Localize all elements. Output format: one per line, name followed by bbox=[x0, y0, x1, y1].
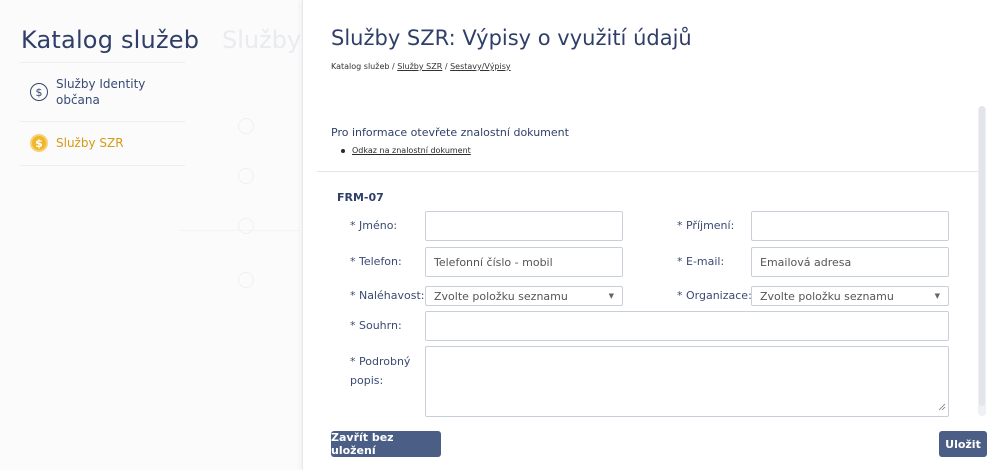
background-icon bbox=[238, 118, 254, 134]
divider bbox=[317, 171, 979, 172]
first-name-field[interactable] bbox=[425, 211, 623, 241]
resize-handle-icon[interactable] bbox=[938, 403, 946, 411]
save-button[interactable]: Uložit bbox=[939, 431, 987, 457]
catalog-sidebar: Katalog služeb $ Služby Identity občana … bbox=[0, 0, 302, 470]
catalog-title: Katalog služeb bbox=[21, 26, 200, 54]
organization-selected-value: Zvolte položku seznamu bbox=[760, 289, 894, 303]
organization-select[interactable]: Zvolte položku seznamu ▼ bbox=[751, 286, 949, 306]
last-name-field[interactable] bbox=[751, 211, 949, 241]
breadcrumb-link-szr[interactable]: Služby SZR bbox=[397, 62, 442, 71]
vertical-scrollbar[interactable] bbox=[978, 106, 986, 416]
info-text: Pro informace otevřete znalostní dokumen… bbox=[331, 126, 569, 139]
dollar-circle-icon: $ bbox=[30, 134, 48, 152]
request-form-dialog: Služby SZR: Výpisy o využití údajů Katal… bbox=[302, 0, 993, 470]
chevron-down-icon: ▼ bbox=[608, 292, 614, 300]
urgency-select[interactable]: Zvolte položku seznamu ▼ bbox=[425, 286, 623, 306]
background-title: Služby bbox=[222, 26, 302, 54]
breadcrumb-link-reports[interactable]: Sestavy/Výpisy bbox=[450, 62, 511, 71]
sidebar-item-szr[interactable]: $ Služby SZR bbox=[20, 121, 185, 166]
breadcrumb: Katalog služeb / Služby SZR / Sestavy/Vý… bbox=[331, 62, 511, 71]
sidebar-item-label: Služby SZR bbox=[56, 136, 124, 150]
breadcrumb-root: Katalog služeb bbox=[331, 62, 390, 71]
first-name-label: * Jméno: bbox=[350, 219, 398, 232]
sidebar-item-label: Služby Identity občana bbox=[56, 77, 146, 107]
email-field[interactable] bbox=[751, 247, 949, 277]
phone-label: * Telefon: bbox=[350, 255, 402, 268]
breadcrumb-separator: / bbox=[442, 62, 451, 71]
background-icon bbox=[238, 272, 254, 288]
sidebar-item-identity[interactable]: $ Služby Identity občana bbox=[20, 62, 185, 122]
email-label: * E-mail: bbox=[677, 255, 725, 268]
description-textarea[interactable] bbox=[425, 346, 949, 417]
description-label: * Podrobný popis: bbox=[350, 355, 411, 387]
knowledge-doc-link[interactable]: Odkaz na znalostní dokument bbox=[352, 146, 471, 155]
phone-field[interactable] bbox=[425, 247, 623, 277]
page-title: Služby SZR: Výpisy o využití údajů bbox=[331, 26, 692, 50]
divider bbox=[180, 230, 300, 231]
organization-label: * Organizace: bbox=[677, 289, 752, 302]
summary-label: * Souhrn: bbox=[350, 319, 402, 332]
bullet-icon bbox=[341, 148, 345, 153]
background-icon bbox=[238, 168, 254, 184]
dollar-circle-icon: $ bbox=[30, 83, 48, 101]
scrollbar-thumb[interactable] bbox=[979, 106, 985, 406]
summary-field[interactable] bbox=[425, 311, 949, 341]
knowledge-doc-item: Odkaz na znalostní dokument bbox=[341, 146, 471, 155]
urgency-label: * Naléhavost: bbox=[350, 289, 425, 302]
chevron-down-icon: ▼ bbox=[934, 292, 940, 300]
background-icon bbox=[238, 218, 254, 234]
form-code: FRM-07 bbox=[337, 191, 384, 204]
urgency-selected-value: Zvolte položku seznamu bbox=[434, 289, 568, 303]
last-name-label: * Příjmení: bbox=[677, 219, 735, 232]
close-without-saving-button[interactable]: Zavřít bez uložení bbox=[331, 431, 441, 457]
